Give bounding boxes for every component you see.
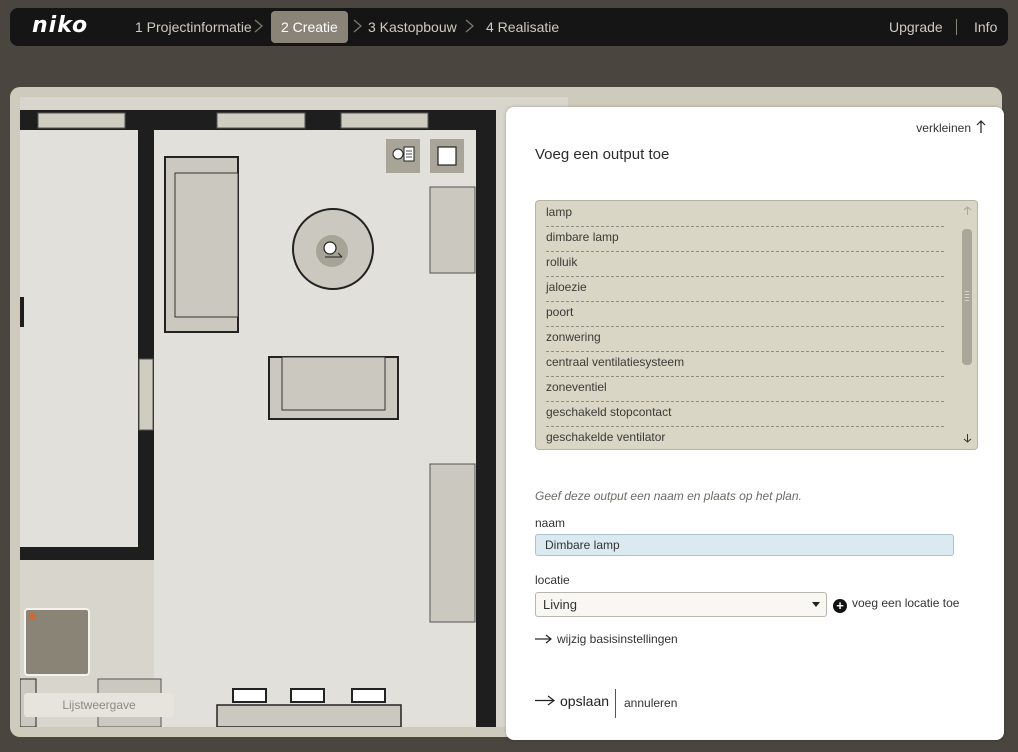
floor-plan[interactable]: [20, 97, 568, 727]
location-value: Living: [543, 597, 577, 612]
scroll-down-icon[interactable]: [963, 433, 972, 443]
arrow-right-icon: [535, 695, 555, 706]
info-link[interactable]: Info: [974, 8, 997, 46]
upgrade-link[interactable]: Upgrade: [889, 8, 943, 46]
collapse-button[interactable]: verkleinen: [916, 120, 986, 135]
list-item[interactable]: dimbare lamp: [546, 226, 944, 252]
location-select[interactable]: Living: [535, 592, 827, 617]
output-type-list[interactable]: lamp dimbare lamp rolluik jaloezie poort…: [535, 200, 978, 450]
instruction-text: Geef deze output een naam en plaats op h…: [535, 489, 802, 503]
add-output-panel: verkleinen Voeg een output toe lamp dimb…: [506, 107, 1004, 740]
name-field[interactable]: Dimbare lamp: [535, 534, 954, 556]
scrollbar-thumb[interactable]: [962, 229, 972, 365]
top-bar: niko 1 Projectinformatie 2 Creatie 3 Kas…: [10, 8, 1008, 46]
plus-icon: +: [833, 599, 847, 613]
change-settings-link[interactable]: wijzig basisinstellingen: [535, 632, 678, 646]
list-view-button[interactable]: Lijstweergave: [24, 693, 174, 717]
select-area-tool-button[interactable]: [430, 139, 464, 173]
scroll-up-icon[interactable]: [963, 206, 972, 216]
add-location-label: voeg een locatie toe: [852, 596, 960, 610]
list-item[interactable]: poort: [546, 301, 944, 327]
list-item[interactable]: centraal ventilatiesysteem: [546, 351, 944, 377]
change-settings-label: wijzig basisinstellingen: [557, 632, 678, 646]
list-item[interactable]: geschakelde ventilator: [546, 426, 944, 449]
list-item[interactable]: jaloezie: [546, 276, 944, 302]
button-separator: [615, 689, 616, 718]
collapse-label: verkleinen: [916, 121, 971, 135]
save-label: opslaan: [560, 693, 610, 709]
floor-indicator-icon: [29, 613, 36, 619]
list-item[interactable]: zoneventiel: [546, 376, 944, 402]
list-scrollbar[interactable]: [959, 201, 977, 449]
chevron-right-icon: [465, 19, 474, 33]
step-projectinformatie[interactable]: 1 Projectinformatie: [135, 8, 252, 46]
device-list-tool-button[interactable]: [386, 139, 420, 173]
step-creatie[interactable]: 2 Creatie: [271, 11, 348, 43]
lamp-marker-icon[interactable]: [317, 236, 347, 266]
cancel-button[interactable]: annuleren: [624, 696, 677, 710]
save-button[interactable]: opslaan: [535, 693, 609, 709]
location-label: locatie: [535, 573, 570, 587]
arrow-up-icon: [976, 120, 986, 133]
panel-title: Voeg een output toe: [535, 146, 670, 163]
list-item[interactable]: rolluik: [546, 251, 944, 277]
floor-plan-drawing: [20, 97, 568, 727]
niko-logo[interactable]: niko: [32, 13, 88, 38]
chevron-right-icon: [353, 19, 362, 33]
step-kastopbouw[interactable]: 3 Kastopbouw: [368, 8, 457, 46]
arrow-right-icon: [535, 634, 552, 644]
step-realisatie[interactable]: 4 Realisatie: [486, 8, 559, 46]
nav-separator: [956, 19, 957, 35]
add-location-button[interactable]: + voeg een locatie toe: [833, 596, 959, 613]
chevron-down-icon: [812, 602, 820, 607]
list-item[interactable]: geschakeld stopcontact: [546, 401, 944, 427]
floor-thumbnail[interactable]: [24, 608, 90, 676]
chevron-right-icon: [254, 19, 263, 33]
list-item[interactable]: zonwering: [546, 326, 944, 352]
name-label: naam: [535, 516, 566, 530]
list-item[interactable]: lamp: [546, 201, 944, 227]
